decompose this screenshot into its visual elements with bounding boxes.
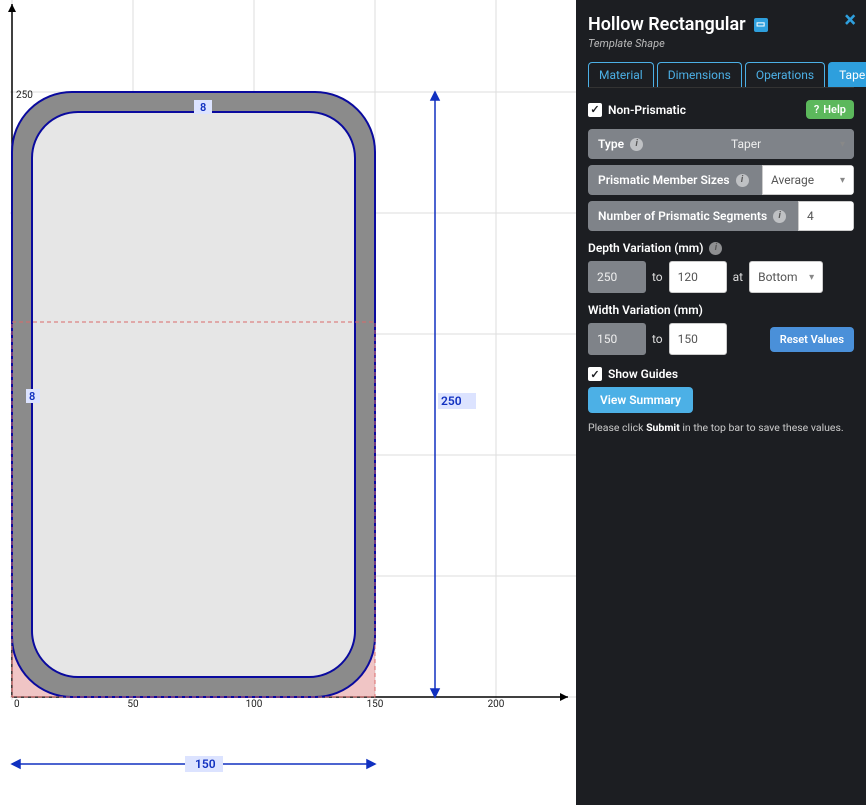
x-tick-1: 50 — [127, 699, 139, 710]
tab-operations[interactable]: Operations — [745, 62, 825, 87]
info-icon[interactable]: i — [736, 174, 749, 187]
show-guides-label: Show Guides — [608, 367, 678, 381]
panel-subtitle: Template Shape — [588, 37, 854, 50]
tab-taper[interactable]: Taper — [828, 62, 866, 87]
non-prismatic-checkbox[interactable]: ✓ — [588, 103, 602, 117]
show-guides-checkbox[interactable]: ✓ — [588, 367, 602, 381]
dim-height: 250 — [431, 92, 476, 697]
svg-text:8: 8 — [200, 101, 206, 114]
prismatic-sizes-label: Prismatic Member Sizes i — [588, 165, 762, 195]
tab-dimensions[interactable]: Dimensions — [657, 62, 742, 87]
x-tick-2: 100 — [246, 699, 263, 710]
x-tick-0: 0 — [14, 699, 20, 710]
svg-text:8: 8 — [29, 390, 35, 403]
info-icon[interactable]: i — [709, 242, 722, 255]
depth-variation-label: Depth Variation (mm) i — [588, 241, 854, 255]
info-icon[interactable]: i — [630, 138, 643, 151]
close-icon[interactable]: × — [844, 10, 856, 32]
submit-hint: Please click Submit in the top bar to sa… — [588, 421, 854, 434]
reset-values-button[interactable]: Reset Values — [770, 327, 854, 352]
non-prismatic-label: Non-Prismatic — [608, 103, 686, 117]
depth-at-select[interactable]: Bottom — [749, 261, 823, 293]
help-button[interactable]: ? Help — [806, 100, 854, 119]
x-tick-3: 150 — [367, 699, 384, 710]
y-tick-5: 250 — [16, 90, 33, 101]
svg-text:150: 150 — [195, 757, 216, 771]
cross-section — [12, 92, 375, 697]
at-label: at — [733, 270, 743, 284]
prismatic-sizes-select[interactable]: Average — [762, 165, 854, 195]
width-variation-label: Width Variation (mm) — [588, 303, 854, 317]
x-tick-4: 200 — [488, 699, 505, 710]
segments-input[interactable]: 4 — [798, 201, 854, 231]
tab-material[interactable]: Material — [588, 62, 654, 87]
depth-to-input[interactable]: 120 — [669, 261, 727, 293]
dim-width: 150 — [12, 756, 375, 772]
to-label: to — [652, 332, 663, 346]
to-label: to — [652, 270, 663, 284]
shape-icon: ▭ — [754, 18, 768, 32]
section-canvas[interactable]: 0 50 100 150 200 50 100 150 200 250 — [0, 0, 576, 805]
segments-label: Number of Prismatic Segments i — [588, 201, 798, 231]
panel-title: Hollow Rectangular ▭ — [588, 14, 854, 35]
question-icon: ? — [814, 103, 819, 116]
depth-from-input: 250 — [588, 261, 646, 293]
type-select[interactable]: Taper — [722, 129, 854, 159]
properties-panel: × Hollow Rectangular ▭ Template Shape Ma… — [576, 0, 866, 805]
type-label: Type i — [588, 129, 722, 159]
view-summary-button[interactable]: View Summary — [588, 387, 693, 413]
width-from-input: 150 — [588, 323, 646, 355]
info-icon[interactable]: i — [773, 210, 786, 223]
width-to-input[interactable]: 150 — [669, 323, 727, 355]
svg-text:250: 250 — [441, 394, 462, 408]
tabs: Material Dimensions Operations Taper — [588, 62, 854, 88]
